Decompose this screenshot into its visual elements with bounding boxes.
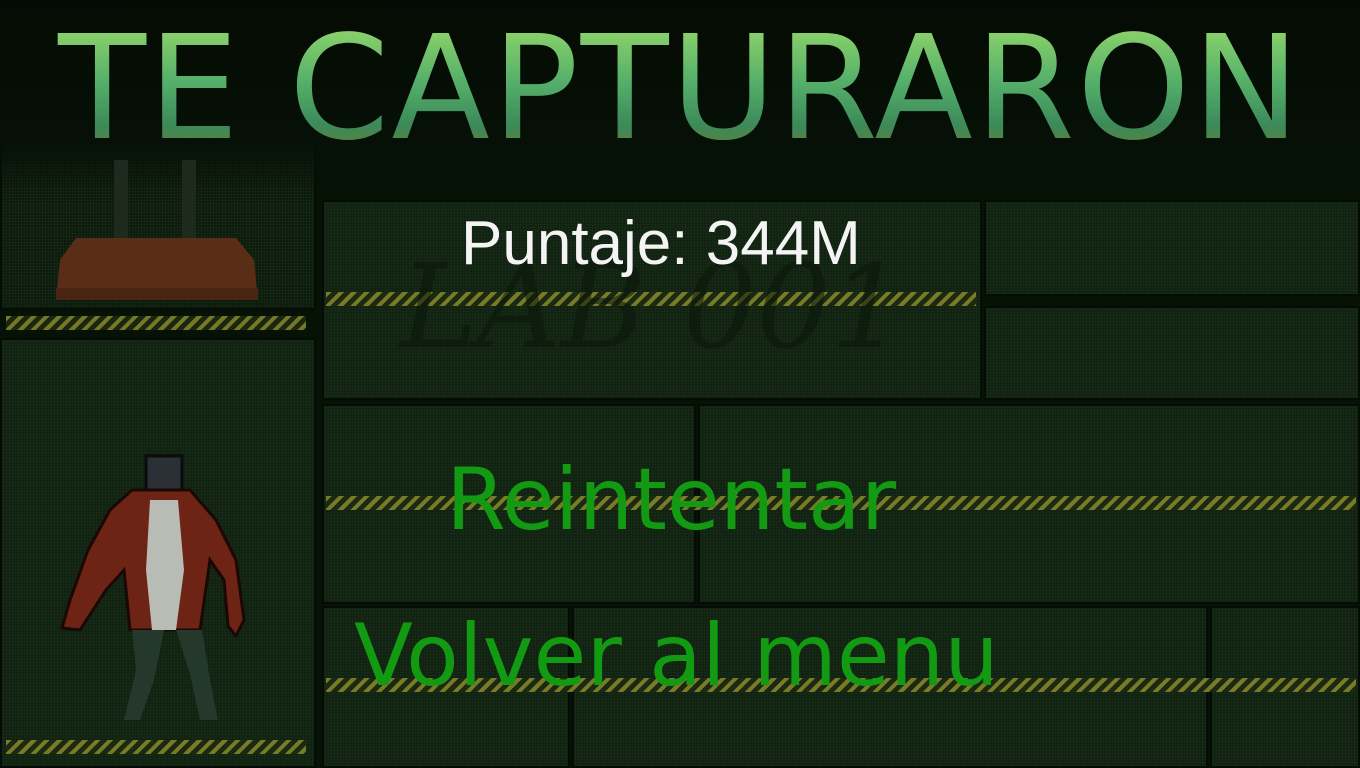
wall-panel-2	[984, 200, 1360, 296]
player-character-icon	[60, 454, 246, 720]
retry-button[interactable]: Reintentar	[446, 450, 896, 550]
game-over-screen: LAB 001 TE CAPTURARON Puntaje: 344M Rein…	[0, 0, 1360, 768]
game-over-title: TE CAPTURARON	[0, 14, 1360, 162]
wall-panel-3	[984, 306, 1360, 400]
ceiling-lamp-icon	[56, 160, 258, 300]
hazard-stripe-left-top	[6, 316, 306, 330]
score-label: Puntaje: 344M	[461, 209, 861, 278]
hazard-stripe-left-bottom	[6, 740, 306, 754]
back-to-menu-button[interactable]: Volver al menu	[354, 606, 999, 706]
